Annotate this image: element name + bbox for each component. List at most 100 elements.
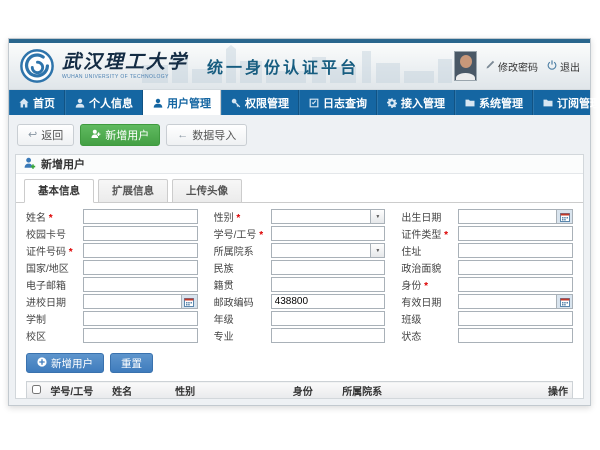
name-field: 姓名 [26, 208, 198, 225]
calendar-icon[interactable] [181, 295, 197, 308]
name-input[interactable] [83, 209, 198, 224]
back-label: 返回 [41, 127, 63, 143]
data-import-label: 数据导入 [192, 127, 236, 143]
add-user-button[interactable]: 新增用户 [80, 124, 160, 146]
power-icon [547, 60, 557, 73]
class-field: 班级 [401, 310, 573, 327]
change-password-label: 修改密码 [498, 59, 538, 74]
panel-header: 新增用户 [16, 155, 583, 174]
logout-label: 退出 [560, 59, 580, 74]
email-input[interactable] [83, 277, 198, 292]
nav-personal-info[interactable]: 个人信息 [65, 90, 143, 115]
field-label: 政治面貌 [401, 260, 458, 275]
id-type-input[interactable] [458, 226, 573, 241]
content-area: ↩ 返回 新增用户 ← 数据导入 新增用户 基本信息 扩展信息 上传头像 [9, 115, 590, 405]
ethnicity-input[interactable] [271, 260, 386, 275]
field-label: 住址 [401, 243, 458, 258]
schooling-length-input[interactable] [83, 311, 198, 326]
schooling-length-field: 学制 [26, 310, 198, 327]
field-label: 邮政编码 [214, 294, 271, 309]
person-plus-icon [24, 157, 36, 172]
country-region-input[interactable] [83, 260, 198, 275]
student-id-input[interactable] [271, 226, 386, 241]
field-label: 进校日期 [26, 294, 83, 309]
nav-label: 订阅管理 [557, 95, 600, 111]
nav-access-management[interactable]: 接入管理 [377, 90, 455, 115]
add-user-icon [91, 129, 101, 142]
native-place-input[interactable] [271, 277, 386, 292]
gear-icon [387, 98, 397, 108]
nav-label: 权限管理 [245, 95, 289, 111]
user-icon [75, 98, 85, 108]
calendar-icon[interactable] [556, 210, 572, 223]
nav-label: 首页 [33, 95, 55, 111]
select-all-checkbox[interactable] [32, 385, 41, 394]
toolbar: ↩ 返回 新增用户 ← 数据导入 [15, 122, 584, 146]
grade-input[interactable] [271, 311, 386, 326]
ethnicity-field: 民族 [214, 259, 386, 276]
tab-upload-avatar[interactable]: 上传头像 [172, 179, 242, 203]
chevron-down-icon[interactable]: ▼ [370, 244, 384, 257]
university-name: 武汉理工大学 WUHAN UNIVERSITY OF TECHNOLOGY [62, 53, 188, 80]
plus-circle-icon [37, 357, 47, 370]
nav-system-management[interactable]: 系统管理 [455, 90, 533, 115]
users-table: 学号/工号 姓名 性别 身份 所属院系 操作 [26, 381, 573, 399]
back-arrow-icon: ↩ [28, 130, 37, 141]
status-input[interactable] [458, 328, 573, 343]
submit-add-user-button[interactable]: 新增用户 [26, 353, 104, 373]
col-name: 姓名 [108, 382, 171, 399]
folder-icon [543, 98, 553, 108]
logout-link[interactable]: 退出 [547, 59, 580, 74]
submit-label: 新增用户 [51, 356, 93, 371]
field-label: 籍贯 [214, 277, 271, 292]
folder-icon [465, 98, 475, 108]
header-user-area: 修改密码 退出 [454, 43, 580, 89]
student-id-field: 学号/工号 [214, 225, 386, 242]
class-input[interactable] [458, 311, 573, 326]
address-field: 住址 [401, 242, 573, 259]
tab-basic-info[interactable]: 基本信息 [24, 179, 94, 203]
campus-field: 校区 [26, 327, 198, 344]
valid-date-field: 有效日期 [401, 293, 573, 310]
change-password-link[interactable]: 修改密码 [486, 59, 538, 74]
id-number-input[interactable] [83, 243, 198, 258]
postal-code-input[interactable] [271, 294, 386, 309]
nav-subscription-management[interactable]: 订阅管理 [533, 90, 600, 115]
campus-input[interactable] [83, 328, 198, 343]
native-place-field: 籍贯 [214, 276, 386, 293]
field-label: 有效日期 [401, 294, 458, 309]
page-header: 武汉理工大学 WUHAN UNIVERSITY OF TECHNOLOGY 统一… [9, 43, 590, 90]
field-label: 校区 [26, 328, 83, 343]
home-icon [19, 98, 29, 108]
field-label: 民族 [214, 260, 271, 275]
col-gender: 性别 [171, 382, 289, 399]
nav-user-management[interactable]: 用户管理 [143, 90, 221, 115]
department-select[interactable]: ▼ [271, 243, 386, 258]
political-status-input[interactable] [458, 260, 573, 275]
political-status-field: 政治面貌 [401, 259, 573, 276]
tab-extended-info[interactable]: 扩展信息 [98, 179, 168, 203]
gender-select[interactable]: ▼ [271, 209, 386, 224]
nav-home[interactable]: 首页 [9, 90, 65, 115]
major-input[interactable] [271, 328, 386, 343]
university-name-en: WUHAN UNIVERSITY OF TECHNOLOGY [62, 74, 188, 80]
add-user-label: 新增用户 [105, 127, 149, 143]
basic-info-form: 姓名 性别 ▼ 出生日期 校园卡号 学号/工号 [16, 203, 583, 347]
data-import-button[interactable]: ← 数据导入 [166, 124, 247, 146]
campus-card-input[interactable] [83, 226, 198, 241]
reset-button[interactable]: 重置 [110, 353, 153, 373]
nav-label: 用户管理 [167, 95, 211, 111]
nav-label: 接入管理 [401, 95, 445, 111]
nav-log-query[interactable]: 日志查询 [299, 90, 377, 115]
col-department: 所属院系 [338, 382, 544, 399]
field-label: 学制 [26, 311, 83, 326]
calendar-icon[interactable] [556, 295, 572, 308]
nav-permission-management[interactable]: 权限管理 [221, 90, 299, 115]
enrollment-date-field: 进校日期 [26, 293, 198, 310]
field-label: 所属院系 [214, 243, 271, 258]
address-input[interactable] [458, 243, 573, 258]
chevron-down-icon[interactable]: ▼ [370, 210, 384, 223]
back-button[interactable]: ↩ 返回 [17, 124, 74, 146]
reset-label: 重置 [121, 356, 142, 371]
identity-input[interactable] [458, 277, 573, 292]
